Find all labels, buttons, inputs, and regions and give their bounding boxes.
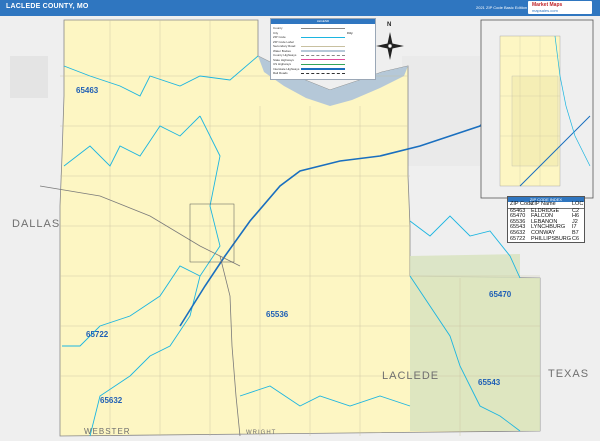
col-loc: LOC: [572, 201, 584, 207]
legend-row-rail: Rail Roads: [273, 71, 288, 75]
county-label-webster: WEBSTER: [84, 427, 131, 436]
compass-icon: [376, 32, 404, 60]
county-label-texas: TEXAS: [548, 368, 590, 380]
county-label-dallas: DALLAS: [12, 218, 61, 230]
neighbor-area: [402, 56, 480, 166]
legend-title: LEGEND: [271, 19, 375, 24]
map-page: LACLEDE COUNTY, MO 2021 ZIP Code Basic E…: [0, 0, 600, 441]
table-row: 65722 PHILLIPSBURG C6: [508, 235, 584, 243]
legend-sym-state-hwy: [301, 59, 345, 60]
legend-city-sample: City: [347, 30, 353, 35]
national-forest: [410, 254, 540, 431]
zip-label-65722: 65722: [86, 330, 109, 339]
cell-zip: 65722: [510, 235, 526, 242]
legend-sym-county-hwy: [301, 55, 345, 56]
map-title: LACLEDE COUNTY, MO: [6, 3, 89, 10]
state-park-area: [10, 56, 48, 98]
county-label-wright: WRIGHT: [246, 430, 277, 436]
legend-sym-zip: [301, 37, 345, 38]
brand-url: mapsales.com: [532, 8, 558, 13]
legend-sym-interstate: [301, 68, 345, 70]
legend-row-county: County: [273, 26, 283, 30]
compass-north-label: N: [387, 22, 392, 28]
zip-label-65463: 65463: [76, 86, 99, 95]
inset-map: [480, 19, 594, 199]
col-zip-code: ZIP Code: [510, 201, 534, 207]
zip-index-table: ZIP CODE INDEX ZIP Code ZIP Name LOC 654…: [507, 196, 585, 244]
zip-label-65632: 65632: [100, 396, 123, 405]
zip-label-65543: 65543: [478, 378, 501, 387]
legend-row-county-hwy: County Highways: [273, 53, 297, 57]
legend-row-us-hwy: US Highways: [273, 62, 292, 66]
cell-name: PHILLIPSBURG: [531, 235, 572, 242]
legend-row-zip: ZIP Code: [273, 35, 286, 39]
legend-row-state-hwy: State Highways: [273, 57, 294, 62]
legend-sym-secondary: [301, 46, 345, 47]
zip-label-65470: 65470: [489, 290, 512, 299]
cell-loc: C6: [572, 235, 580, 242]
legend-row-city: City: [273, 30, 279, 35]
col-zip-name: ZIP Name: [531, 201, 556, 207]
legend-row-secondary-road: Secondary Road: [273, 44, 296, 48]
legend-row-water: Water Bodies: [273, 48, 291, 53]
brand-logo: Market Maps mapsales.com: [528, 1, 592, 14]
zip-label-65536: 65536: [266, 310, 289, 319]
legend-sym-us-hwy: [301, 64, 345, 65]
legend-sym-county: [301, 28, 345, 29]
edition-label: 2021 ZIP Code Basic Edition: [476, 5, 528, 10]
header-bar: LACLEDE COUNTY, MO 2021 ZIP Code Basic E…: [0, 0, 600, 16]
map-legend: LEGEND County City ZIP Code ZIP Code Lab…: [270, 18, 376, 80]
legend-row-zip-label: ZIP Code Label: [273, 39, 294, 44]
legend-sym-rail: [301, 73, 345, 74]
county-label-laclede: LACLEDE: [382, 370, 440, 382]
legend-sym-water: [301, 50, 345, 52]
legend-row-interstate: Interstate Highways: [273, 66, 300, 71]
compass-rose: N: [374, 22, 406, 62]
